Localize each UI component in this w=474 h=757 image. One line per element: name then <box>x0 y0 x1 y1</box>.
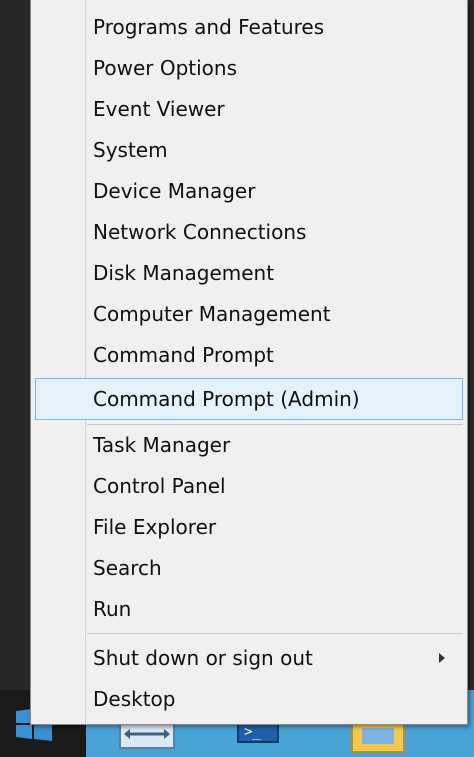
menu-item-label: Power Options <box>93 56 237 80</box>
desktop-edge <box>0 0 24 690</box>
menu-item-search[interactable]: Search <box>35 551 463 585</box>
menu-item-label: Device Manager <box>93 179 256 203</box>
menu-item-label: Event Viewer <box>93 97 225 121</box>
power-user-menu: Programs and Features Power Options Even… <box>30 0 468 725</box>
menu-item-disk-management[interactable]: Disk Management <box>35 256 463 290</box>
menu-item-label: System <box>93 138 168 162</box>
menu-item-label: Desktop <box>93 687 176 711</box>
menu-item-control-panel[interactable]: Control Panel <box>35 469 463 503</box>
menu-item-label: Network Connections <box>93 220 307 244</box>
menu-item-label: Task Manager <box>93 433 231 457</box>
menu-separator <box>87 424 463 425</box>
menu-item-network-connections[interactable]: Network Connections <box>35 215 463 249</box>
menu-item-label: Computer Management <box>93 302 331 326</box>
menu-item-command-prompt[interactable]: Command Prompt <box>35 338 463 372</box>
menu-item-label: Run <box>93 597 132 621</box>
menu-item-label: Shut down or sign out <box>93 646 313 670</box>
menu-item-desktop[interactable]: Desktop <box>35 682 463 716</box>
svg-text:>_: >_ <box>244 724 261 740</box>
menu-item-command-prompt-admin[interactable]: Command Prompt (Admin) <box>35 378 463 420</box>
menu-item-label: Command Prompt <box>93 343 274 367</box>
menu-item-programs-and-features[interactable]: Programs and Features <box>35 10 463 44</box>
menu-item-system[interactable]: System <box>35 133 463 167</box>
menu-item-label: Control Panel <box>93 474 226 498</box>
submenu-arrow-icon <box>439 653 445 663</box>
menu-item-event-viewer[interactable]: Event Viewer <box>35 92 463 126</box>
menu-item-label: File Explorer <box>93 515 217 539</box>
menu-item-label: Search <box>93 556 162 580</box>
menu-item-label: Command Prompt (Admin) <box>93 387 360 411</box>
menu-item-file-explorer[interactable]: File Explorer <box>35 510 463 544</box>
menu-item-computer-management[interactable]: Computer Management <box>35 297 463 331</box>
menu-item-device-manager[interactable]: Device Manager <box>35 174 463 208</box>
menu-item-label: Programs and Features <box>93 15 325 39</box>
menu-item-task-manager[interactable]: Task Manager <box>35 428 463 462</box>
menu-separator <box>87 633 463 634</box>
menu-item-shut-down-or-sign-out[interactable]: Shut down or sign out <box>35 641 463 675</box>
menu-item-run[interactable]: Run <box>35 592 463 626</box>
menu-item-label: Disk Management <box>93 261 275 285</box>
menu-item-power-options[interactable]: Power Options <box>35 51 463 85</box>
